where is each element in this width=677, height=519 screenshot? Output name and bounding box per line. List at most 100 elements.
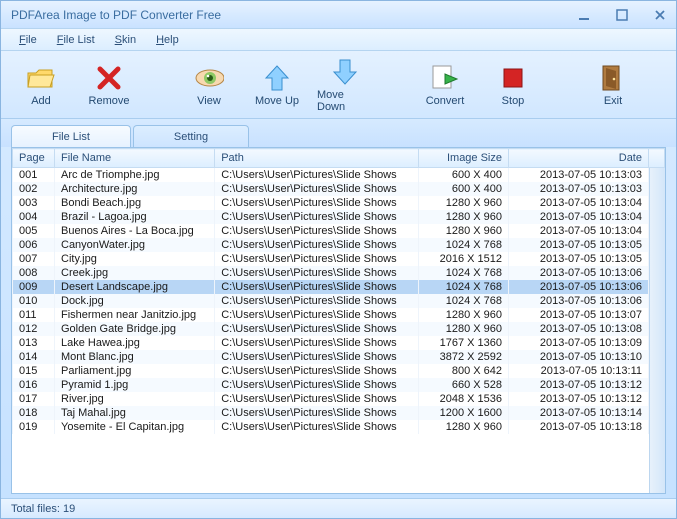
stop-button[interactable]: Stop [485,57,541,113]
cell-filename: Pyramid 1.jpg [55,378,215,392]
cell-filename: Brazil - Lagoa.jpg [55,210,215,224]
cell-size: 2048 X 1536 [419,392,509,406]
cell-filename: City.jpg [55,252,215,266]
table-row[interactable]: 013Lake Hawea.jpgC:\Users\User\Pictures\… [13,336,665,350]
convert-button[interactable]: Convert [417,57,473,113]
move-down-button[interactable]: Move Down [317,57,373,113]
cell-filename: Fishermen near Janitzio.jpg [55,308,215,322]
move-up-button[interactable]: Move Up [249,57,305,113]
col-date[interactable]: Date [509,149,649,168]
menu-file[interactable]: File [11,32,45,48]
maximize-button[interactable] [612,7,632,23]
cell-path: C:\Users\User\Pictures\Slide Shows [215,280,419,294]
content-area: Page File Name Path Image Size Date 001A… [11,147,666,494]
tab-setting[interactable]: Setting [133,125,249,147]
table-row[interactable]: 011Fishermen near Janitzio.jpgC:\Users\U… [13,308,665,322]
table-row[interactable]: 012Golden Gate Bridge.jpgC:\Users\User\P… [13,322,665,336]
table-row[interactable]: 017River.jpgC:\Users\User\Pictures\Slide… [13,392,665,406]
table-row[interactable]: 002Architecture.jpgC:\Users\User\Picture… [13,182,665,196]
close-button[interactable] [650,7,670,23]
cell-page: 017 [13,392,55,406]
add-label: Add [31,95,51,107]
table-row[interactable]: 007City.jpgC:\Users\User\Pictures\Slide … [13,252,665,266]
cell-path: C:\Users\User\Pictures\Slide Shows [215,224,419,238]
col-path[interactable]: Path [215,149,419,168]
cell-date: 2013-07-05 10:13:12 [509,378,649,392]
cell-date: 2013-07-05 10:13:11 [509,364,649,378]
remove-button[interactable]: Remove [81,57,137,113]
table-row[interactable]: 006CanyonWater.jpgC:\Users\User\Pictures… [13,238,665,252]
cell-size: 1767 X 1360 [419,336,509,350]
tab-file-list[interactable]: File List [11,125,131,147]
cell-path: C:\Users\User\Pictures\Slide Shows [215,406,419,420]
window-controls [574,7,670,23]
menu-skin[interactable]: Skin [107,32,144,48]
cell-filename: Golden Gate Bridge.jpg [55,322,215,336]
table-row[interactable]: 008Creek.jpgC:\Users\User\Pictures\Slide… [13,266,665,280]
cell-path: C:\Users\User\Pictures\Slide Shows [215,252,419,266]
move-up-label: Move Up [255,95,299,107]
exit-button[interactable]: Exit [585,57,641,113]
cell-page: 014 [13,350,55,364]
table-row[interactable]: 005Buenos Aires - La Boca.jpgC:\Users\Us… [13,224,665,238]
cell-size: 1280 X 960 [419,420,509,434]
cell-size: 1280 X 960 [419,322,509,336]
cell-path: C:\Users\User\Pictures\Slide Shows [215,336,419,350]
table-row[interactable]: 019Yosemite - El Capitan.jpgC:\Users\Use… [13,420,665,434]
cell-page: 010 [13,294,55,308]
convert-icon [430,63,460,93]
cell-size: 3872 X 2592 [419,350,509,364]
table-row[interactable]: 004Brazil - Lagoa.jpgC:\Users\User\Pictu… [13,210,665,224]
cell-date: 2013-07-05 10:13:08 [509,322,649,336]
window-title: PDFArea Image to PDF Converter Free [11,8,574,22]
col-filename[interactable]: File Name [55,149,215,168]
stop-label: Stop [502,95,525,107]
cell-date: 2013-07-05 10:13:07 [509,308,649,322]
cell-size: 1024 X 768 [419,294,509,308]
cell-page: 018 [13,406,55,420]
table-row[interactable]: 010Dock.jpgC:\Users\User\Pictures\Slide … [13,294,665,308]
col-size[interactable]: Image Size [419,149,509,168]
cell-size: 660 X 528 [419,378,509,392]
cell-path: C:\Users\User\Pictures\Slide Shows [215,350,419,364]
cell-page: 016 [13,378,55,392]
titlebar: PDFArea Image to PDF Converter Free [1,1,676,29]
convert-label: Convert [426,95,465,107]
cell-path: C:\Users\User\Pictures\Slide Shows [215,378,419,392]
table-row[interactable]: 018Taj Mahal.jpgC:\Users\User\Pictures\S… [13,406,665,420]
table-row[interactable]: 009Desert Landscape.jpgC:\Users\User\Pic… [13,280,665,294]
cell-page: 004 [13,210,55,224]
cell-filename: CanyonWater.jpg [55,238,215,252]
cell-date: 2013-07-05 10:13:04 [509,196,649,210]
cell-date: 2013-07-05 10:13:09 [509,336,649,350]
table-row[interactable]: 016Pyramid 1.jpgC:\Users\User\Pictures\S… [13,378,665,392]
menu-file-list[interactable]: File List [49,32,103,48]
cell-filename: Mont Blanc.jpg [55,350,215,364]
table-row[interactable]: 001Arc de Triomphe.jpgC:\Users\User\Pict… [13,168,665,183]
table-row[interactable]: 014Mont Blanc.jpgC:\Users\User\Pictures\… [13,350,665,364]
col-page[interactable]: Page [13,149,55,168]
cell-path: C:\Users\User\Pictures\Slide Shows [215,182,419,196]
view-button[interactable]: View [181,57,237,113]
cell-page: 015 [13,364,55,378]
cell-date: 2013-07-05 10:13:04 [509,210,649,224]
cell-filename: Creek.jpg [55,266,215,280]
stop-icon [498,63,528,93]
cell-page: 007 [13,252,55,266]
table-row[interactable]: 003Bondi Beach.jpgC:\Users\User\Pictures… [13,196,665,210]
vertical-scrollbar[interactable] [649,168,665,493]
remove-label: Remove [89,95,130,107]
menu-help[interactable]: Help [148,32,187,48]
cell-page: 002 [13,182,55,196]
cell-size: 1280 X 960 [419,196,509,210]
table-container[interactable]: Page File Name Path Image Size Date 001A… [12,148,665,493]
minimize-button[interactable] [574,7,594,23]
cell-date: 2013-07-05 10:13:10 [509,350,649,364]
table-row[interactable]: 015Parliament.jpgC:\Users\User\Pictures\… [13,364,665,378]
add-button[interactable]: Add [13,57,69,113]
cell-path: C:\Users\User\Pictures\Slide Shows [215,210,419,224]
cell-filename: Dock.jpg [55,294,215,308]
cell-path: C:\Users\User\Pictures\Slide Shows [215,392,419,406]
cell-page: 009 [13,280,55,294]
arrow-down-icon [330,57,360,87]
